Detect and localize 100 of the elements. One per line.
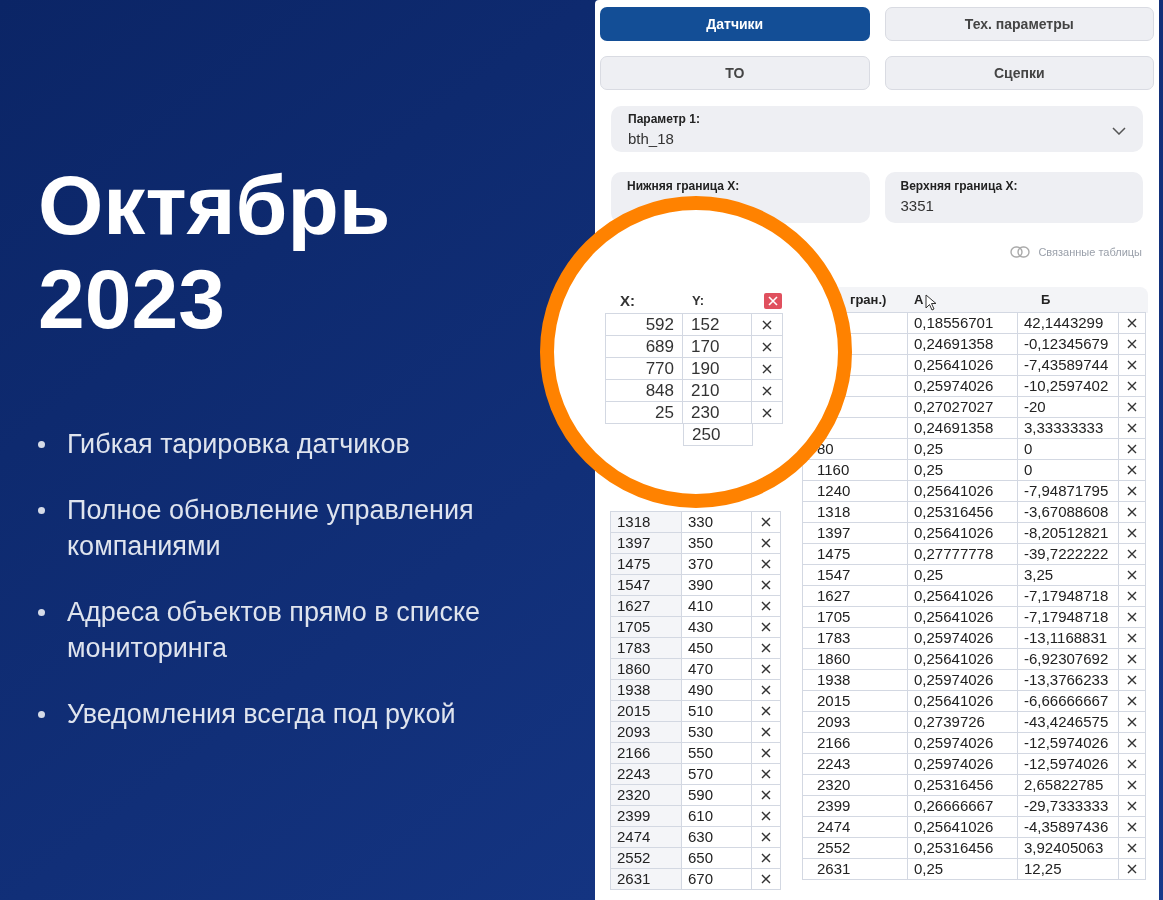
- table-cell-text: 2474: [817, 816, 851, 837]
- delete-icon[interactable]: [1127, 527, 1137, 538]
- delete-icon[interactable]: [1127, 674, 1137, 685]
- delete-icon[interactable]: [1127, 758, 1137, 769]
- table-cell[interactable]: 2320: [610, 783, 682, 806]
- table-cell-text: 1160: [817, 459, 850, 480]
- delete-icon[interactable]: [761, 558, 771, 569]
- delete-all-icon[interactable]: [764, 293, 782, 309]
- table-cell[interactable]: 2243: [610, 762, 682, 785]
- bullet-icon: [38, 441, 45, 449]
- table-cell[interactable]: 1938: [610, 678, 682, 701]
- table-cell-text: 2320: [817, 774, 851, 795]
- table-cell[interactable]: 250: [683, 423, 753, 446]
- delete-icon[interactable]: [761, 621, 771, 632]
- slide-title: 2023: [38, 252, 226, 347]
- delete-icon[interactable]: [761, 810, 771, 821]
- delete-icon[interactable]: [1127, 338, 1137, 349]
- delete-icon[interactable]: [1127, 569, 1137, 580]
- delete-icon[interactable]: [762, 319, 772, 330]
- delete-icon[interactable]: [762, 341, 772, 352]
- table-cell[interactable]: 2631: [610, 867, 682, 890]
- table-cell-text: 1705: [817, 606, 851, 627]
- delete-icon[interactable]: [761, 537, 771, 548]
- table-cell[interactable]: 2474: [610, 825, 682, 848]
- table-cell[interactable]: 2093: [610, 720, 682, 743]
- delete-icon[interactable]: [1127, 695, 1137, 706]
- table-cell[interactable]: 2552: [610, 846, 682, 869]
- bullet-text: Адреса объектов прямо в списке мониторинга: [67, 596, 482, 666]
- delete-icon[interactable]: [761, 516, 771, 527]
- delete-icon[interactable]: [1127, 716, 1137, 727]
- delete-icon[interactable]: [1127, 443, 1137, 454]
- table-cell-text: 1475: [817, 543, 851, 564]
- table-cell-text: 2552: [817, 837, 851, 858]
- delete-icon[interactable]: [761, 600, 771, 611]
- table-cell[interactable]: 2166: [610, 741, 682, 764]
- table-cell[interactable]: 1397: [610, 531, 682, 554]
- delete-icon[interactable]: [762, 385, 772, 396]
- bullet-icon: [38, 507, 45, 515]
- delete-icon[interactable]: [761, 705, 771, 716]
- delete-icon[interactable]: [1127, 842, 1137, 853]
- tab[interactable]: ТО: [600, 56, 870, 90]
- bound-field[interactable]: Верхняя граница X: 3351: [884, 172, 1143, 223]
- table-cell[interactable]: 1783: [610, 636, 682, 659]
- tab[interactable]: Сцепки: [884, 56, 1154, 90]
- column-header: Б: [1041, 290, 1051, 309]
- delete-icon[interactable]: [761, 852, 771, 863]
- delete-icon[interactable]: [1127, 380, 1137, 391]
- tab[interactable]: Тех. параметры: [884, 7, 1154, 41]
- table-cell-text: 1547: [817, 564, 851, 585]
- delete-icon[interactable]: [1127, 317, 1137, 328]
- delete-icon[interactable]: [1127, 779, 1137, 790]
- delete-icon[interactable]: [762, 363, 772, 374]
- delete-icon[interactable]: [1127, 422, 1137, 433]
- table-cell[interactable]: 1627: [610, 594, 682, 617]
- delete-icon[interactable]: [1127, 506, 1137, 517]
- delete-icon[interactable]: [761, 789, 771, 800]
- table-cell-text: 1938: [817, 669, 851, 690]
- table-cell[interactable]: 1318: [610, 510, 682, 533]
- bullet-text: Уведомления всегда под рукой: [67, 698, 457, 732]
- delete-icon[interactable]: [761, 747, 771, 758]
- delete-icon[interactable]: [1127, 548, 1137, 559]
- tab[interactable]: Датчики: [600, 7, 870, 41]
- delete-icon[interactable]: [1127, 737, 1137, 748]
- delete-icon[interactable]: [1127, 653, 1137, 664]
- delete-icon[interactable]: [761, 831, 771, 842]
- delete-icon[interactable]: [761, 873, 771, 884]
- parameter-dropdown[interactable]: Параметр 1: bth_18: [611, 106, 1143, 152]
- delete-icon[interactable]: [761, 663, 771, 674]
- chevron-down-icon: [1112, 126, 1126, 135]
- delete-icon[interactable]: [1127, 464, 1137, 475]
- delete-icon[interactable]: [1127, 800, 1137, 811]
- field-value: 3351: [900, 196, 935, 216]
- table-cell-text: 1860: [817, 648, 851, 669]
- delete-icon[interactable]: [762, 407, 772, 418]
- field-value: bth_18: [628, 129, 675, 150]
- delete-icon[interactable]: [1127, 401, 1137, 412]
- table-cell-text: 2093: [817, 711, 851, 732]
- field-label: Верхняя граница X:: [900, 178, 1019, 195]
- bullet-text: Гибкая тарировка датчиков: [67, 428, 411, 462]
- delete-icon[interactable]: [1127, 863, 1137, 874]
- delete-icon[interactable]: [761, 768, 771, 779]
- delete-icon[interactable]: [1127, 632, 1137, 643]
- delete-icon[interactable]: [1127, 821, 1137, 832]
- table-cell[interactable]: 1475: [610, 552, 682, 575]
- delete-icon[interactable]: [761, 642, 771, 653]
- delete-icon[interactable]: [1127, 590, 1137, 601]
- delete-icon[interactable]: [761, 684, 771, 695]
- table-cell[interactable]: 1547: [610, 573, 682, 596]
- delete-icon[interactable]: [761, 579, 771, 590]
- delete-icon[interactable]: [761, 726, 771, 737]
- table-cell[interactable]: 2015: [610, 699, 682, 722]
- field-label: Нижняя граница X:: [627, 178, 741, 195]
- table-cell[interactable]: 1705: [610, 615, 682, 638]
- delete-icon[interactable]: [1127, 485, 1137, 496]
- table-cell[interactable]: 1860: [610, 657, 682, 680]
- table-cell[interactable]: 592: [605, 313, 683, 336]
- table-cell[interactable]: 25: [605, 401, 683, 424]
- table-cell[interactable]: 2399: [610, 804, 682, 827]
- delete-icon[interactable]: [1127, 611, 1137, 622]
- delete-icon[interactable]: [1127, 359, 1137, 370]
